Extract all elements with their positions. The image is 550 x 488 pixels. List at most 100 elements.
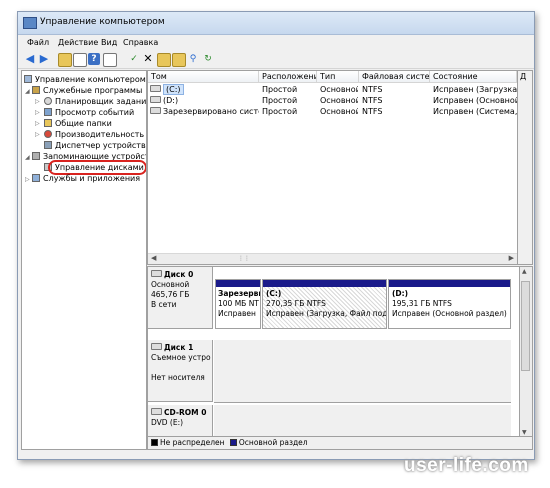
drive-icon [150, 85, 161, 92]
expand-icon[interactable]: ▷ [25, 176, 30, 183]
tree-item-device-manager[interactable]: Диспетчер устройств [44, 140, 146, 151]
drive-icon [150, 96, 161, 103]
volume-layout: Простой [262, 85, 298, 94]
menu-help[interactable]: Справка [123, 38, 158, 47]
volume-layout: Простой [262, 107, 298, 116]
partition-title: Зарезервь [218, 289, 261, 298]
scroll-thumb[interactable] [521, 281, 530, 371]
tree-item-performance[interactable]: Производительность [44, 129, 144, 140]
tree-label-utilities: Служебные программы [43, 86, 143, 95]
title-bar: Управление компьютером [18, 12, 534, 35]
open-icon[interactable] [157, 53, 171, 67]
tree-label-services: Службы и приложения [43, 174, 141, 183]
volume-status: Исправен (Загрузка, Файл п [433, 85, 517, 94]
volume-type: Основной [320, 85, 358, 94]
volume-fs: NTFS [362, 85, 383, 94]
scroll-down-icon[interactable]: ▼ [522, 429, 527, 436]
clock-icon [44, 97, 52, 105]
disk-1-label[interactable]: Диск 1 Съемное устро Нет носителя [148, 340, 213, 402]
partition-title: (C:) [266, 289, 282, 298]
computer-management-icon [23, 17, 37, 29]
scroll-thumb-grip[interactable]: ⋮⋮ [238, 255, 250, 262]
tree-label-performance: Производительность [55, 130, 145, 139]
column-header-layout[interactable]: Расположение [259, 71, 317, 83]
partition-reserved[interactable]: Зарезервь 100 МБ NT Исправен [215, 279, 261, 329]
tree-label-root: Управление компьютером (л [35, 75, 147, 84]
forward-icon[interactable]: ▶ [38, 53, 50, 65]
tools-icon [32, 86, 40, 94]
legend-unallocated: Не распределен [160, 438, 225, 447]
collapse-icon[interactable]: ◢ [25, 154, 30, 161]
scroll-up-icon[interactable]: ▲ [522, 268, 527, 275]
disk-type: DVD (E:) [151, 418, 184, 427]
partition-info: 270,35 ГБ NTFS [266, 299, 326, 308]
disk-name: Диск 0 [164, 270, 194, 279]
tree-item-root[interactable]: Управление компьютером (л [24, 74, 147, 85]
partition-info: 195,31 ГБ NTFS [392, 299, 452, 308]
performance-icon [44, 130, 52, 138]
tree-item-event-viewer[interactable]: Просмотр событий [44, 107, 134, 118]
computer-management-window: Управление компьютером Файл Действие Вид… [17, 11, 535, 460]
column-header-volume[interactable]: Том [148, 71, 259, 83]
action-pane: Д [517, 70, 533, 265]
expand-icon[interactable]: ▷ [35, 98, 40, 105]
menu-view[interactable]: Вид [101, 38, 117, 47]
menu-file[interactable]: Файл [27, 38, 49, 47]
disk-0-label[interactable]: Диск 0 Основной 465,76 ГБ В сети [148, 267, 213, 329]
disk-state: Нет носителя [151, 373, 205, 382]
partition-d[interactable]: (D:) 195,31 ГБ NTFS Исправен (Основной р… [388, 279, 511, 329]
search-icon[interactable]: ⚲ [187, 53, 199, 65]
column-header-type[interactable]: Тип [317, 71, 359, 83]
disk-size: 465,76 ГБ [151, 290, 190, 299]
toolbar: ◀ ▶ ? ✓ ✕ ⚲ ↻ [18, 50, 534, 69]
disk-name: Диск 1 [164, 343, 194, 352]
column-header-filesystem[interactable]: Файловая система [359, 71, 430, 83]
help-icon[interactable]: ? [88, 53, 100, 65]
delete-icon[interactable]: ✕ [142, 53, 154, 65]
refresh-icon[interactable]: ↻ [202, 53, 214, 65]
tree-label-task-scheduler: Планировщик задани [55, 97, 147, 106]
scroll-left-icon[interactable]: ◀ [151, 254, 156, 262]
volume-name: Зарезервировано системой [163, 107, 259, 116]
volume-list: Том Расположение Тип Файловая система Со… [147, 70, 518, 265]
scroll-right-icon[interactable]: ▶ [509, 254, 514, 262]
expand-icon[interactable]: ▷ [35, 120, 40, 127]
disk-state: В сети [151, 300, 177, 309]
tree-item-services[interactable]: Службы и приложения [32, 173, 140, 184]
menu-action[interactable]: Действие [58, 38, 98, 47]
partition-title: (D:) [392, 289, 409, 298]
vertical-scrollbar[interactable]: ▲ ▼ [519, 266, 533, 438]
navigation-tree: Управление компьютером (л ◢ Служебные пр… [21, 70, 147, 450]
collapse-icon[interactable]: ◢ [25, 88, 30, 95]
tree-item-shared-folders[interactable]: Общие папки [44, 118, 112, 129]
column-header-status[interactable]: Состояние [430, 71, 517, 83]
folder-icon[interactable] [172, 53, 186, 67]
primary-partition-bar [263, 280, 386, 287]
volume-fs: NTFS [362, 96, 383, 105]
expand-icon[interactable]: ▷ [35, 109, 40, 116]
expand-icon[interactable]: ▷ [35, 131, 40, 138]
disk-name: CD-ROM 0 [164, 408, 207, 417]
volume-type: Основной [320, 107, 358, 116]
tree-item-task-scheduler[interactable]: Планировщик задани [44, 96, 146, 107]
disk-layout-view: Диск 0 Основной 465,76 ГБ В сети Зарезер… [147, 266, 520, 438]
up-folder-icon[interactable] [58, 53, 72, 67]
volume-name: (C:) [163, 84, 184, 95]
back-icon[interactable]: ◀ [24, 53, 36, 65]
check-icon[interactable]: ✓ [128, 53, 140, 65]
tree-label-device-manager: Диспетчер устройств [55, 141, 146, 150]
properties-icon[interactable] [103, 53, 117, 67]
volume-fs: NTFS [362, 107, 383, 116]
tree-item-utilities[interactable]: Служебные программы [32, 85, 142, 96]
partition-c[interactable]: (C:) 270,35 ГБ NTFS Исправен (Загрузка, … [262, 279, 387, 329]
volume-status: Исправен (Основной раздел [433, 96, 517, 105]
show-tree-icon[interactable] [73, 53, 87, 67]
disk-type: Основной [151, 280, 190, 289]
partition-status: Исправен [218, 309, 256, 318]
horizontal-scrollbar[interactable]: ◀ ⋮⋮ ▶ [148, 253, 517, 264]
cdrom-icon [151, 408, 162, 415]
volume-name: (D:) [163, 96, 179, 105]
primary-partition-swatch [229, 439, 237, 446]
cdrom-0-label[interactable]: CD-ROM 0 DVD (E:) Нет носителя [148, 405, 213, 437]
watermark: user-life.com [404, 455, 529, 476]
